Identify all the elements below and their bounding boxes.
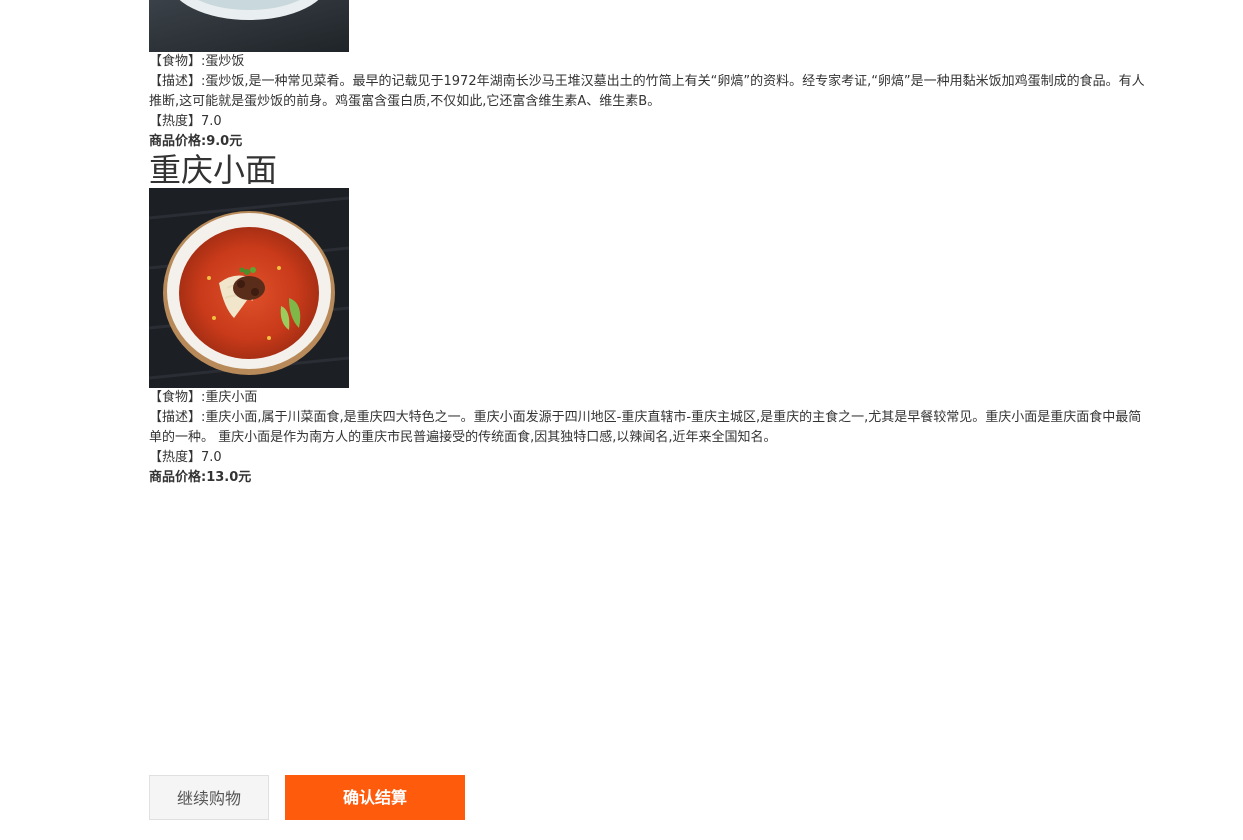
food-name-line: 【食物】:蛋炒饭 — [149, 54, 245, 69]
food-price: 商品价格:13.0元 — [149, 470, 252, 485]
food-price: 商品价格:9.0元 — [149, 134, 243, 149]
food-description: 【描述】:蛋炒饭,是一种常见菜肴。最早的记载见于1972年湖南长沙马王堆汉墓出土… — [149, 74, 1145, 109]
order-page: 【食物】:蛋炒饭 【描述】:蛋炒饭,是一种常见菜肴。最早的记载见于1972年湖南… — [0, 0, 1243, 840]
food-heat: 【热度】7.0 — [149, 114, 222, 129]
food-description: 【描述】:重庆小面,属于川菜面食,是重庆四大特色之一。重庆小面发源于四川地区-重… — [149, 410, 1142, 445]
confirm-checkout-button[interactable]: 确认结算 — [285, 775, 465, 820]
product-image-fried-rice — [149, 0, 349, 52]
product-item: 【食物】:蛋炒饭 【描述】:蛋炒饭,是一种常见菜肴。最早的记载见于1972年湖南… — [149, 0, 1149, 152]
checkout-actions: 继续购物 确认结算 — [149, 775, 465, 820]
food-heat: 【热度】7.0 — [149, 450, 222, 465]
food-name-line: 【食物】:重庆小面 — [149, 390, 258, 405]
product-title: 重庆小面 — [149, 151, 278, 189]
product-image-chongqing-noodles — [149, 188, 349, 388]
continue-shopping-button[interactable]: 继续购物 — [149, 775, 269, 820]
product-list: 【食物】:蛋炒饭 【描述】:蛋炒饭,是一种常见菜肴。最早的记载见于1972年湖南… — [149, 0, 1149, 488]
product-item: 重庆小面 【食物】:重庆小面 【描述】:重庆小面,属于川菜面食,是重庆四大特色之… — [149, 152, 1149, 488]
